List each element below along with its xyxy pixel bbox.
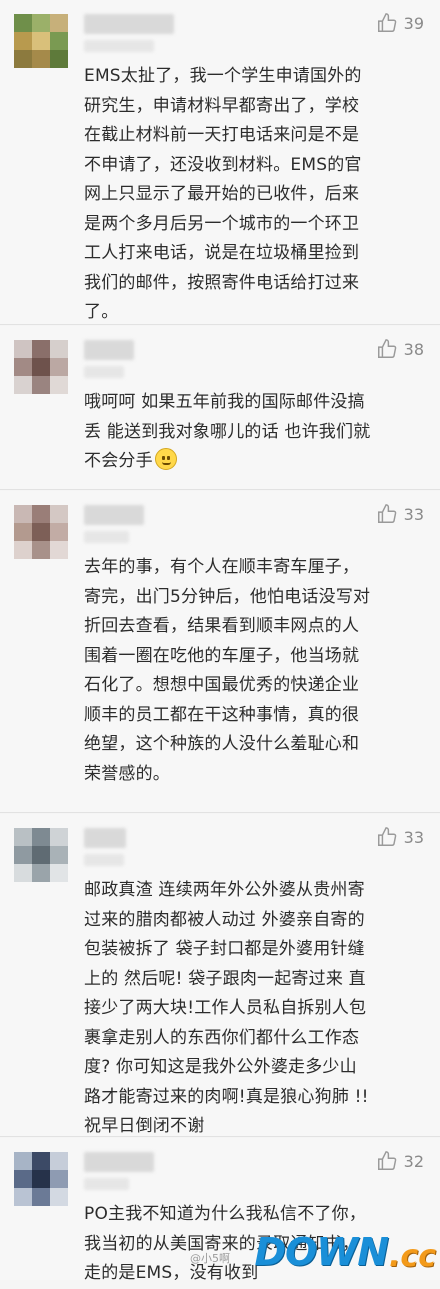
- avatar[interactable]: [14, 14, 68, 68]
- comment-text: EMS太扯了，我一个学生申请国外的 研究生，申请材料早都寄出了，学校 在截止材料…: [84, 66, 362, 322]
- credit-watermark: @小5啊: [190, 1252, 230, 1265]
- timestamp-blurred: [84, 366, 124, 378]
- comment-item: 33 去年的事，有个人在顺丰寄车厘子， 寄完，出门5分钟后，他怕电话没写对 折回…: [0, 491, 440, 813]
- like-button[interactable]: 32: [376, 1150, 424, 1172]
- thumbs-up-icon: [377, 339, 396, 358]
- watermark-suffix: .cc: [389, 1239, 436, 1274]
- timestamp-blurred: [84, 1178, 129, 1190]
- avatar[interactable]: [14, 340, 68, 394]
- comment-text: 哦呵呵 如果五年前我的国际邮件没搞 丢 能送到我对象哪儿的话 也许我们就 不会分…: [84, 392, 371, 471]
- username-blurred[interactable]: [84, 340, 134, 360]
- username-blurred[interactable]: [84, 505, 144, 525]
- thumbs-up-icon: [377, 827, 396, 846]
- thumbs-up-icon: [377, 1151, 396, 1170]
- thumbs-up-icon: [377, 504, 396, 523]
- like-count: 39: [403, 13, 424, 33]
- like-count: 32: [403, 1151, 424, 1171]
- comment-text: 邮政真渣 连续两年外公外婆从贵州寄 过来的腊肉都被人动过 外婆亲自寄的 包装被拆…: [84, 880, 369, 1136]
- watermark-brand: DOWN: [254, 1230, 389, 1274]
- timestamp-blurred: [84, 40, 154, 52]
- like-button[interactable]: 33: [376, 503, 424, 525]
- avatar[interactable]: [14, 505, 68, 559]
- avatar[interactable]: [14, 1152, 68, 1206]
- thumbs-up-icon: [377, 13, 396, 32]
- comment-text: 去年的事，有个人在顺丰寄车厘子， 寄完，出门5分钟后，他怕电话没写对 折回去查看…: [84, 557, 371, 784]
- site-watermark-logo: DOWN .cc: [254, 1230, 436, 1274]
- like-button[interactable]: 39: [376, 12, 424, 34]
- smiley-emoji-icon: [154, 448, 177, 470]
- username-blurred[interactable]: [84, 828, 126, 848]
- avatar[interactable]: [14, 828, 68, 882]
- like-count: 33: [403, 827, 424, 847]
- username-blurred[interactable]: [84, 1152, 154, 1172]
- like-button[interactable]: 38: [376, 338, 424, 360]
- comment-item: 38 哦呵呵 如果五年前我的国际邮件没搞 丢 能送到我对象哪儿的话 也许我们就 …: [0, 326, 440, 490]
- timestamp-blurred: [84, 854, 124, 866]
- username-blurred[interactable]: [84, 14, 174, 34]
- timestamp-blurred: [84, 531, 129, 543]
- comment-item: 33 邮政真渣 连续两年外公外婆从贵州寄 过来的腊肉都被人动过 外婆亲自寄的 包…: [0, 814, 440, 1137]
- comment-feed: 39 EMS太扯了，我一个学生申请国外的 研究生，申请材料早都寄出了，学校 在截…: [0, 0, 440, 1283]
- like-count: 38: [403, 339, 424, 359]
- like-button[interactable]: 33: [376, 826, 424, 848]
- comment-item: 39 EMS太扯了，我一个学生申请国外的 研究生，申请材料早都寄出了，学校 在截…: [0, 0, 440, 325]
- like-count: 33: [403, 504, 424, 524]
